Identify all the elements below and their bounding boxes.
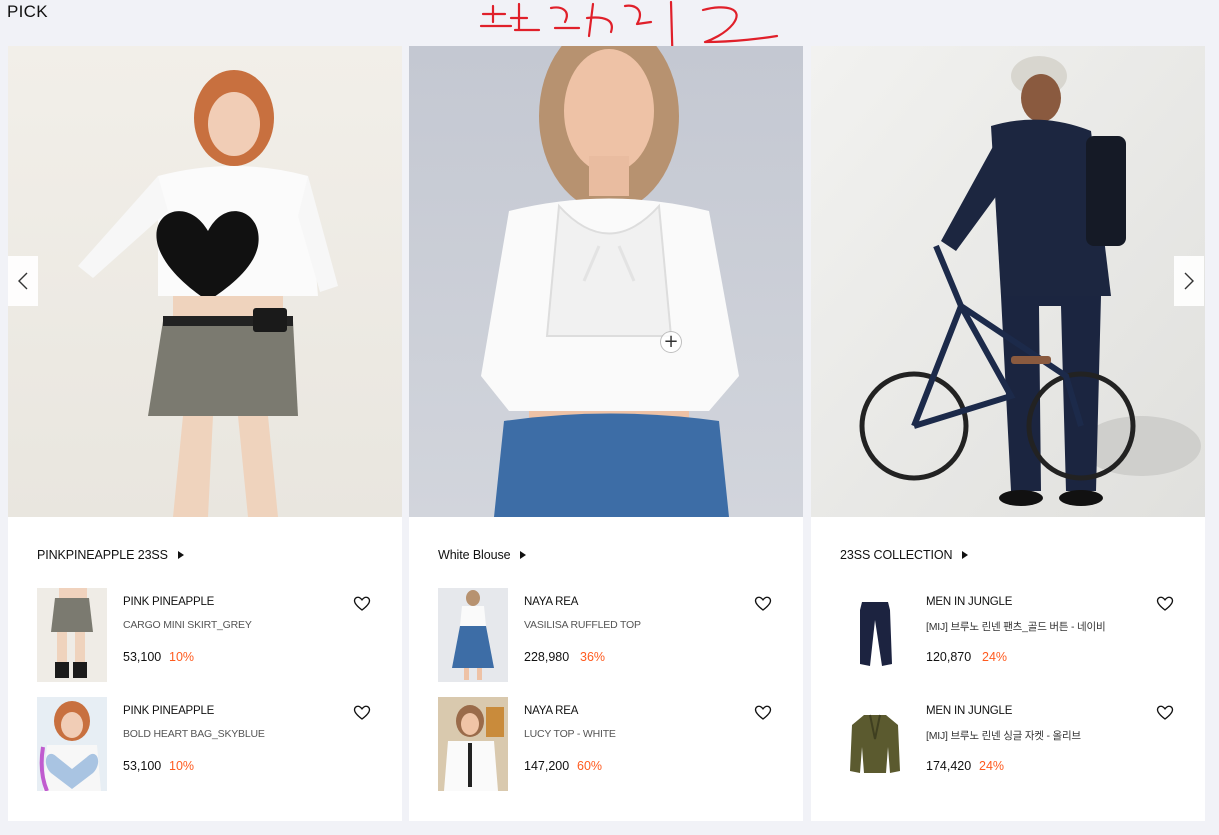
chevron-right-icon (1184, 272, 1194, 290)
product-price: 174,420 (926, 759, 972, 773)
product-discount: 24% (982, 650, 1008, 664)
carousel-prev-button[interactable] (8, 256, 38, 306)
heart-outline-icon[interactable] (1156, 595, 1174, 613)
product-brand[interactable]: NAYA REA (524, 596, 578, 608)
product-item[interactable]: NAYA REA VASILISA RUFFLED TOP 228,980 36… (438, 588, 778, 682)
product-name[interactable]: CARGO MINI SKIRT_GREY (123, 619, 252, 631)
product-item[interactable]: MEN IN JUNGLE [MIJ] 브루노 린넨 싱글 자켓 - 올리브 1… (840, 697, 1180, 791)
collection-card-23ss: 23SS COLLECTION MEN IN JUNGLE [MIJ] 브루노 … (811, 46, 1205, 821)
product-price: 228,980 (524, 650, 570, 664)
collection-title: PINKPINEAPPLE 23SS (37, 548, 168, 562)
product-item[interactable]: PINK PINEAPPLE BOLD HEART BAG_SKYBLUE 53… (37, 697, 377, 791)
product-item[interactable]: PINK PINEAPPLE CARGO MINI SKIRT_GREY 53,… (37, 588, 377, 682)
product-price: 147,200 (524, 759, 570, 773)
carousel-next-button[interactable] (1174, 256, 1204, 306)
product-thumbnail[interactable] (438, 588, 508, 682)
product-brand[interactable]: NAYA REA (524, 705, 578, 717)
product-brand[interactable]: MEN IN JUNGLE (926, 705, 1012, 717)
product-thumbnail[interactable] (840, 588, 910, 682)
product-discount: 60% (577, 759, 603, 773)
product-price: 53,100 (123, 650, 162, 664)
product-name[interactable]: LUCY TOP - WHITE (524, 728, 616, 740)
collection-title: 23SS COLLECTION (840, 548, 953, 562)
product-brand[interactable]: PINK PINEAPPLE (123, 705, 214, 717)
product-discount: 24% (979, 759, 1005, 773)
product-item[interactable]: MEN IN JUNGLE [MIJ] 브루노 린넨 팬츠_골드 버튼 - 네이… (840, 588, 1180, 682)
chevron-left-icon (18, 272, 28, 290)
product-thumbnail[interactable] (37, 588, 107, 682)
section-title: PICK (7, 2, 48, 21)
heart-outline-icon[interactable] (353, 595, 371, 613)
product-name[interactable]: [MIJ] 브루노 린넨 싱글 자켓 - 올리브 (926, 728, 1081, 743)
collection-card-pinkpineapple: PINKPINEAPPLE 23SS PINK PINEAPPLE CARGO … (8, 46, 402, 821)
product-item[interactable]: NAYA REA LUCY TOP - WHITE 147,200 60% (438, 697, 778, 791)
product-thumbnail[interactable] (840, 697, 910, 791)
product-thumbnail[interactable] (37, 697, 107, 791)
product-discount: 10% (169, 759, 195, 773)
triangle-right-icon (520, 551, 527, 559)
hero-image[interactable]: + (409, 46, 803, 517)
collection-link[interactable]: White Blouse (438, 548, 527, 562)
heart-outline-icon[interactable] (754, 595, 772, 613)
triangle-right-icon (962, 551, 969, 559)
collection-link[interactable]: PINKPINEAPPLE 23SS (37, 548, 184, 562)
heart-outline-icon[interactable] (1156, 704, 1174, 722)
product-discount: 36% (580, 650, 606, 664)
product-name[interactable]: BOLD HEART BAG_SKYBLUE (123, 728, 265, 740)
product-thumbnail[interactable] (438, 697, 508, 791)
triangle-right-icon (177, 551, 184, 559)
heart-outline-icon[interactable] (353, 704, 371, 722)
product-price: 120,870 (926, 650, 972, 664)
heart-outline-icon[interactable] (754, 704, 772, 722)
collection-title: White Blouse (438, 548, 511, 562)
product-brand[interactable]: PINK PINEAPPLE (123, 596, 214, 608)
collection-card-white-blouse: + White Blouse NAYA REA VASILISA RUFFLED… (409, 46, 803, 821)
plus-icon[interactable]: + (660, 331, 682, 353)
product-price: 53,100 (123, 759, 162, 773)
collection-link[interactable]: 23SS COLLECTION (840, 548, 969, 562)
product-name[interactable]: VASILISA RUFFLED TOP (524, 619, 641, 631)
product-name[interactable]: [MIJ] 브루노 린넨 팬츠_골드 버튼 - 네이비 (926, 619, 1106, 634)
product-brand[interactable]: MEN IN JUNGLE (926, 596, 1012, 608)
hero-image[interactable] (811, 46, 1205, 517)
hero-image[interactable] (8, 46, 402, 517)
product-discount: 10% (169, 650, 195, 664)
